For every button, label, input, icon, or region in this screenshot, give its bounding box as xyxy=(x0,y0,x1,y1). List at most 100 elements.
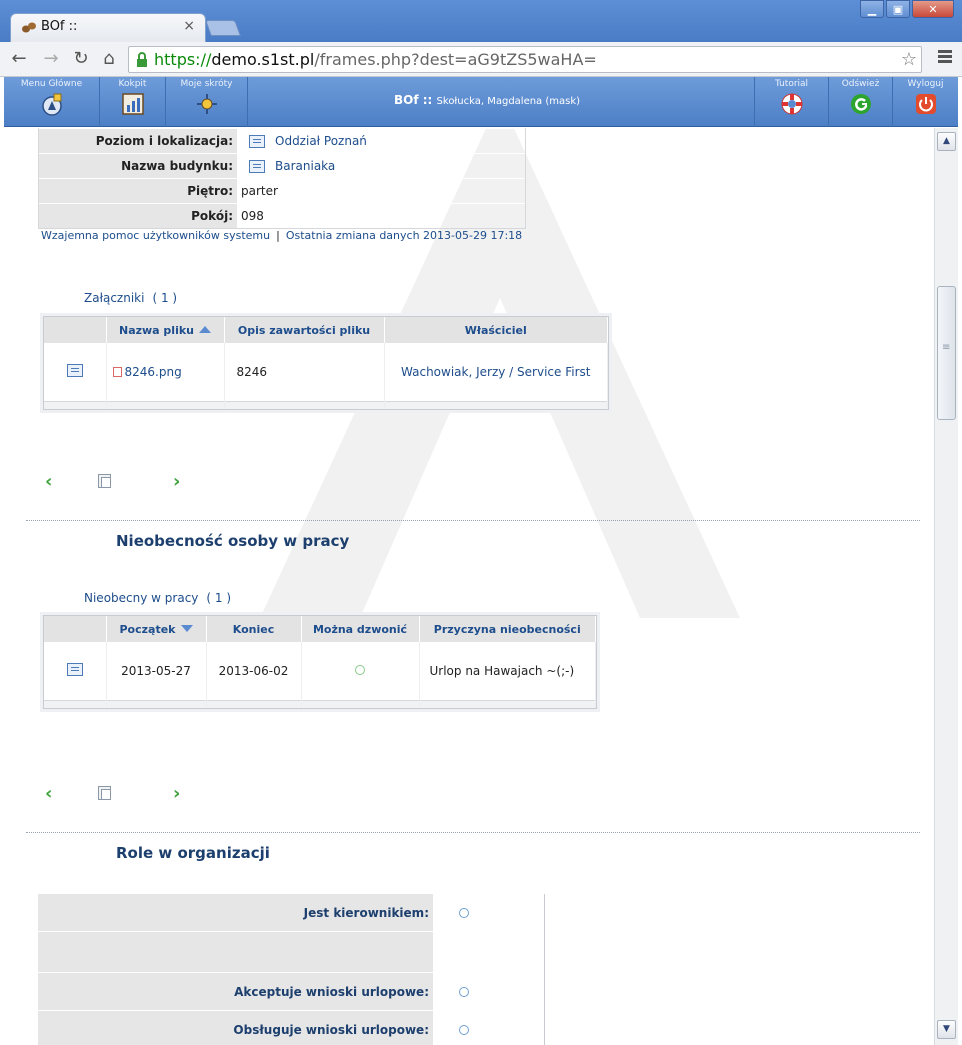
moje-skroty-button[interactable]: Moje skróty xyxy=(166,77,248,127)
last-changed-text: Ostatnia zmiana danych 2013-05-29 17:18 xyxy=(285,229,523,242)
prev-page-icon[interactable]: ‹ xyxy=(45,783,52,804)
role-row-handles-leave: Obsługuje wnioski urlopowe: xyxy=(38,1011,544,1045)
link-building[interactable]: Baraniaka xyxy=(275,154,335,178)
home-icon[interactable]: ⌂ xyxy=(98,48,120,70)
col-file-name[interactable]: Nazwa pliku xyxy=(106,317,225,343)
coffee-beans-icon xyxy=(22,22,36,33)
close-window-button[interactable]: ✕ xyxy=(912,0,954,18)
bookmark-star-icon[interactable]: ☆ xyxy=(901,49,917,70)
value-floor: parter xyxy=(241,184,278,198)
image-file-icon xyxy=(112,366,122,377)
label-building: Nazwa budynku: xyxy=(39,154,237,178)
col-reason[interactable]: Przyczyna nieobecności xyxy=(419,616,596,642)
new-tab-button[interactable] xyxy=(205,20,241,36)
next-page-icon[interactable]: › xyxy=(173,471,180,492)
table-row: 8246.png 8246 Wachowiak, Jerzy / Service… xyxy=(44,343,608,401)
kv-row-building: Nazwa budynku: Baraniaka xyxy=(39,153,525,178)
file-link[interactable]: 8246.png xyxy=(125,365,182,379)
record-footer: Wzajemna pomoc użytkowników systemu | Osta… xyxy=(41,229,523,242)
handles-leave-indicator xyxy=(459,1024,469,1035)
accepts-leave-indicator xyxy=(459,986,469,997)
forward-arrow-icon[interactable]: → xyxy=(40,48,62,70)
roles-table: Jest kierownikiem: Akceptuje wnioski url… xyxy=(38,894,545,1045)
tutorial-button[interactable]: Tutorial xyxy=(754,77,829,127)
card-icon xyxy=(249,134,265,148)
col-end[interactable]: Koniec xyxy=(206,616,302,642)
absence-section-title: Nieobecność osoby w pracy xyxy=(116,532,350,550)
menu-glowne-button[interactable]: Menu Główne xyxy=(4,77,100,127)
col-start[interactable]: Początek xyxy=(106,616,207,642)
section-divider xyxy=(26,520,920,521)
browser-tab[interactable]: BOf :: × xyxy=(10,13,206,42)
absence-pager: ‹ › xyxy=(45,783,195,804)
label-floor: Piętro: xyxy=(39,179,237,203)
app-header-bar: Menu Główne Kokpit Moje skróty BOf :: Sk… xyxy=(4,77,958,127)
power-icon xyxy=(915,94,936,114)
record-details-icon[interactable] xyxy=(66,662,83,676)
back-arrow-icon[interactable]: ← xyxy=(8,48,30,70)
sort-ascending-icon xyxy=(199,325,211,333)
minimize-button[interactable]: ▁ xyxy=(860,0,884,18)
kokpit-button[interactable]: Kokpit xyxy=(100,77,166,127)
refresh-icon xyxy=(850,94,871,114)
app-title: BOf :: Skołucka, Magdalena (mask) xyxy=(394,93,581,107)
chrome-menu-icon[interactable] xyxy=(938,50,952,64)
kv-row-floor: Piętro: parter xyxy=(39,178,525,203)
grid-header: Nazwa pliku Opis zawartości pliku Właści… xyxy=(44,317,608,343)
window-controls: ▁ ▣ ✕ xyxy=(860,0,954,18)
grid-header: Początek Koniec Można dzwonić Przyczyna … xyxy=(44,616,596,642)
copy-icon[interactable] xyxy=(98,474,111,488)
col-can-call[interactable]: Można dzwonić xyxy=(301,616,420,642)
copy-icon[interactable] xyxy=(98,786,111,800)
col-description[interactable]: Opis zawartości pliku xyxy=(224,317,385,343)
reload-icon[interactable]: ↻ xyxy=(70,48,92,70)
browser-toolbar: ← → ↻ ⌂ https://demo.s1st.pl/frames.php?… xyxy=(0,42,962,77)
scroll-up-arrow-icon[interactable]: ▲ xyxy=(937,132,956,151)
scrollbar-thumb[interactable] xyxy=(937,286,956,420)
role-row-manager: Jest kierownikiem: xyxy=(38,894,544,932)
sort-descending-icon xyxy=(180,624,193,632)
absence-grid: Początek Koniec Można dzwonić Przyczyna … xyxy=(43,615,597,709)
label-level: Poziom i lokalizacja: xyxy=(39,129,237,153)
label-is-manager: Jest kierownikiem: xyxy=(38,894,433,931)
col-owner[interactable]: Właściciel xyxy=(384,317,608,343)
role-row-accepts-leave: Akceptuje wnioski urlopowe: xyxy=(38,973,544,1011)
record-details-icon[interactable] xyxy=(66,363,83,377)
kv-row-room: Pokój: 098 xyxy=(39,203,525,228)
kv-row-level: Poziom i lokalizacja: Oddział Poznań xyxy=(39,128,525,153)
absence-label[interactable]: Nieobecny w pracy( 1 ) xyxy=(84,591,231,605)
is-manager-indicator xyxy=(459,907,469,918)
browser-titlebar: BOf :: × ▁ ▣ ✕ xyxy=(0,0,962,42)
compass-icon xyxy=(41,93,62,116)
value-room: 098 xyxy=(241,209,264,223)
tab-title: BOf :: xyxy=(41,19,78,34)
owner-link[interactable]: Wachowiak, Jerzy / Service First xyxy=(401,365,590,379)
file-description: 8246 xyxy=(224,343,385,401)
scroll-down-arrow-icon[interactable]: ▼ xyxy=(937,1020,956,1039)
location-details: Poziom i lokalizacja: Oddział Poznań Naz… xyxy=(38,128,526,229)
label-room: Pokój: xyxy=(39,204,237,228)
shortcuts-icon xyxy=(196,94,217,114)
address-bar[interactable]: https://demo.s1st.pl/frames.php?dest=aG9… xyxy=(128,46,922,73)
vertical-scrollbar[interactable]: ▲ ▼ xyxy=(934,128,958,1045)
label-handles-leave: Obsługuje wnioski urlopowe: xyxy=(38,1011,433,1045)
wyloguj-button[interactable]: Wyloguj xyxy=(893,77,958,127)
label-accepts-leave: Akceptuje wnioski urlopowe: xyxy=(38,973,433,1010)
roles-section-title: Role w organizacji xyxy=(116,844,270,862)
odswiez-button[interactable]: Odśwież xyxy=(829,77,893,127)
can-call-indicator xyxy=(355,664,365,675)
url-text: https://demo.s1st.pl/frames.php?dest=aG9… xyxy=(154,50,597,69)
lock-icon xyxy=(137,52,147,67)
section-divider xyxy=(26,832,920,833)
absence-start: 2013-05-27 xyxy=(106,642,207,700)
prev-page-icon[interactable]: ‹ xyxy=(45,471,52,492)
link-location[interactable]: Oddział Poznań xyxy=(275,129,367,153)
attachments-grid: Nazwa pliku Opis zawartości pliku Właści… xyxy=(43,316,609,410)
help-link[interactable]: Wzajemna pomoc użytkowników systemu xyxy=(41,229,270,242)
maximize-button[interactable]: ▣ xyxy=(886,0,910,18)
tab-close-icon[interactable]: × xyxy=(183,18,195,34)
attachments-label[interactable]: Załączniki( 1 ) xyxy=(84,291,177,305)
dashboard-chart-icon xyxy=(121,93,144,115)
page-content: Poziom i lokalizacja: Oddział Poznań Naz… xyxy=(20,128,934,1045)
next-page-icon[interactable]: › xyxy=(173,783,180,804)
